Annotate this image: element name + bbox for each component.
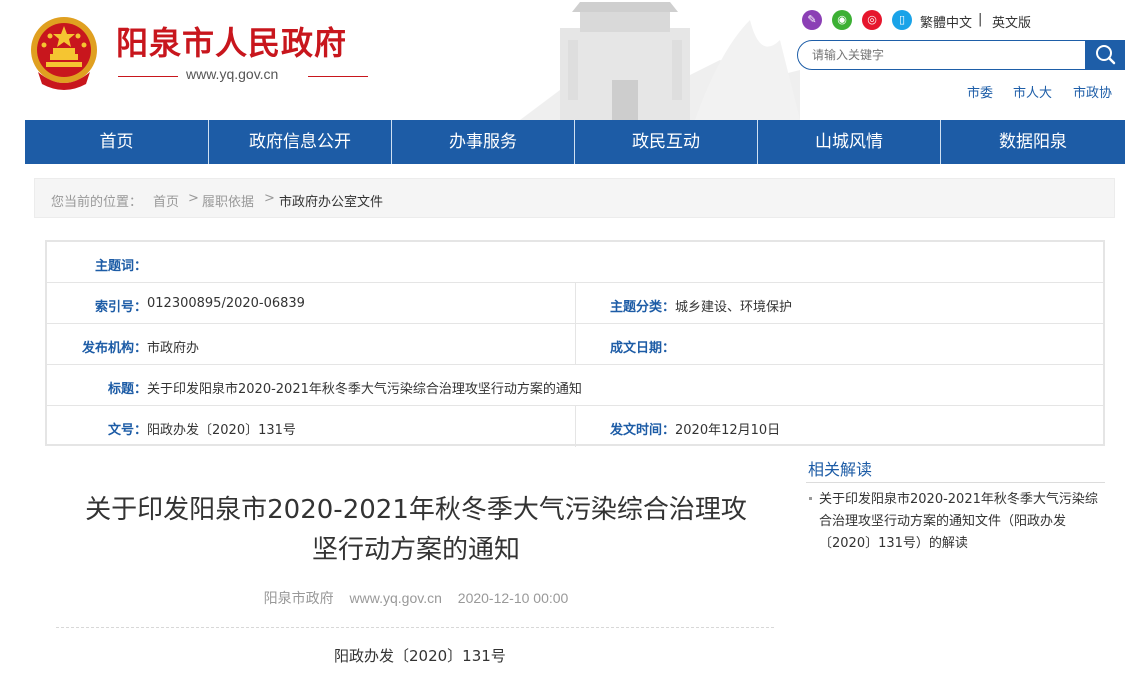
edit-icon[interactable]: ✎ (802, 10, 822, 30)
document-info-table: 主题词： 索引号： 012300895/2020-06839 主题分类： 城乡建… (45, 240, 1105, 447)
site-url: www.yq.gov.cn (186, 66, 279, 82)
nav-item-home[interactable]: 首页 (25, 120, 208, 164)
article-doc-number: 阳政办发〔2020〕131号 (334, 647, 506, 665)
mobile-icon[interactable]: ▯ (892, 10, 912, 30)
national-emblem-icon[interactable] (28, 14, 100, 90)
article-divider (56, 627, 774, 628)
article-date: 2020-12-10 00:00 (457, 590, 569, 606)
article-title-line-1: 关于印发阳泉市2020-2021年秋冬季大气污染综合治理攻 (85, 495, 747, 525)
search-button[interactable] (1085, 40, 1125, 70)
breadcrumb-current[interactable]: 市政府办公室文件 (279, 191, 383, 210)
search-box (797, 40, 1125, 70)
breadcrumb-separator: > (264, 191, 275, 206)
bullet-icon (809, 497, 812, 500)
search-input[interactable] (798, 41, 1086, 69)
main-nav: 首页 政府信息公开 办事服务 政民互动 山城风情 数据阳泉 (25, 120, 1125, 164)
related-interpretation-link[interactable]: 关于印发阳泉市2020-2021年秋冬季大气污染综合治理攻坚行动方案的通知文件（… (819, 489, 1105, 555)
weibo-icon[interactable]: ◎ (862, 10, 882, 30)
category-value: 城乡建设、环境保护 (675, 300, 793, 315)
pubtime-value: 2020年12月10日 (675, 423, 781, 438)
title-value: 关于印发阳泉市2020-2021年秋冬季大气污染综合治理攻坚行动方案的通知 (147, 382, 582, 397)
related-interpretation-title: 相关解读 (808, 460, 873, 479)
site-header: 阳泉市人民政府 www.yq.gov.cn ✎ ◉ ◎ ▯ 繁體中文 | 英文版… (0, 0, 1148, 120)
article-site: www.yq.gov.cn (349, 590, 442, 606)
nav-item-data[interactable]: 数据阳泉 (941, 120, 1125, 164)
docno-label: 文号： (107, 423, 147, 438)
index-label: 索引号： (94, 300, 147, 315)
index-value: 012300895/2020-06839 (147, 296, 305, 311)
quick-link-party[interactable]: 市委 (967, 82, 993, 101)
category-label: 主题分类： (609, 300, 675, 315)
breadcrumb-home[interactable]: 首页 (153, 191, 179, 210)
nav-item-gov-info[interactable]: 政府信息公开 (209, 120, 391, 164)
article-meta: 阳泉市政府 www.yq.gov.cn 2020-12-10 00:00 (58, 588, 774, 608)
site-url-block: www.yq.gov.cn (118, 66, 368, 86)
info-row-title: 标题： 关于印发阳泉市2020-2021年秋冬季大气污染综合治理攻坚行动方案的通… (47, 365, 1103, 406)
quick-link-congress[interactable]: 市人大 (1013, 82, 1052, 101)
info-row-docno: 文号： 阳政办发〔2020〕131号 发文时间： 2020年12月10日 (47, 406, 1103, 447)
info-row-topic: 主题词： (47, 242, 1103, 283)
pubtime-label: 发文时间： (609, 423, 675, 438)
nav-item-scenery[interactable]: 山城风情 (758, 120, 940, 164)
title-label: 标题： (107, 382, 147, 397)
lang-separator: | (978, 12, 983, 27)
created-label: 成文日期： (609, 341, 675, 356)
info-row-index: 索引号： 012300895/2020-06839 主题分类： 城乡建设、环境保… (47, 283, 1103, 324)
wechat-icon[interactable]: ◉ (832, 10, 852, 30)
topic-label: 主题词： (94, 259, 147, 274)
article-source: 阳泉市政府 (263, 590, 334, 606)
article-title-line-2: 坚行动方案的通知 (311, 535, 520, 565)
publisher-value: 市政府办 (147, 341, 200, 356)
breadcrumb: 您当前的位置： 首页 > 履职依据 > 市政府办公室文件 (34, 178, 1115, 218)
article-title: 关于印发阳泉市2020-2021年秋冬季大气污染综合治理攻 坚行动方案的通知 (58, 490, 774, 570)
nav-item-services[interactable]: 办事服务 (392, 120, 574, 164)
breadcrumb-duty[interactable]: 履职依据 (202, 191, 254, 210)
quick-link-cppcc[interactable]: 市政协 (1073, 82, 1112, 101)
nav-item-interaction[interactable]: 政民互动 (575, 120, 757, 164)
lang-english-link[interactable]: 英文版 (992, 12, 1031, 31)
publisher-label: 发布机构： (81, 341, 147, 356)
lang-traditional-link[interactable]: 繁體中文 (920, 12, 972, 31)
search-icon (1096, 45, 1116, 65)
docno-value: 阳政办发〔2020〕131号 (147, 423, 296, 438)
info-row-publisher: 发布机构： 市政府办 成文日期： (47, 324, 1103, 365)
site-title[interactable]: 阳泉市人民政府 (116, 18, 347, 64)
breadcrumb-separator: > (188, 191, 199, 206)
city-gate-illustration (520, 2, 800, 120)
sidebar-divider (806, 482, 1105, 483)
breadcrumb-prefix: 您当前的位置： (51, 195, 143, 210)
